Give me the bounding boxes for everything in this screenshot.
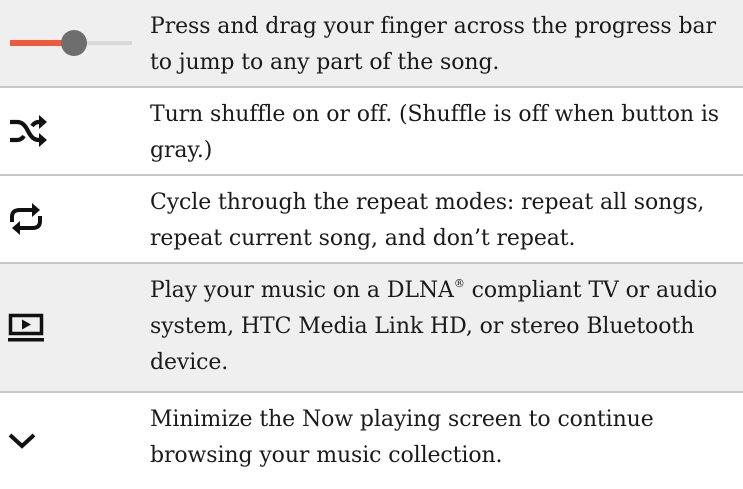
- table-row: Minimize the Now playing screen to conti…: [0, 393, 743, 489]
- progress-bar-icon: [10, 30, 132, 56]
- controls-table: Press and drag your finger across the pr…: [0, 0, 743, 489]
- row-description: Play your music on a DLNA® compliant TV …: [150, 264, 743, 391]
- row-description: Cycle through the repeat modes: repeat a…: [150, 190, 705, 251]
- table-row: Press and drag your finger across the pr…: [0, 0, 743, 88]
- icon-cell: [0, 176, 150, 262]
- chevron-down-icon: [8, 433, 36, 449]
- cast-play-icon: [8, 313, 44, 341]
- row-description: Press and drag your finger across the pr…: [150, 14, 716, 75]
- table-row: Play your music on a DLNA® compliant TV …: [0, 264, 743, 393]
- row-text-part: Play your music on a DLNA: [150, 278, 454, 303]
- registered-mark: ®: [453, 277, 465, 290]
- table-row: Turn shuffle on or off. (Shuffle is off …: [0, 88, 743, 176]
- repeat-icon: [10, 203, 42, 235]
- icon-cell: [0, 88, 150, 174]
- shuffle-icon: [10, 115, 47, 147]
- icon-cell: [0, 264, 150, 391]
- icon-cell: [0, 0, 150, 86]
- row-description: Turn shuffle on or off. (Shuffle is off …: [150, 102, 719, 163]
- icon-cell: [0, 393, 150, 489]
- table-row: Cycle through the repeat modes: repeat a…: [0, 176, 743, 264]
- row-description: Minimize the Now playing screen to conti…: [150, 407, 654, 468]
